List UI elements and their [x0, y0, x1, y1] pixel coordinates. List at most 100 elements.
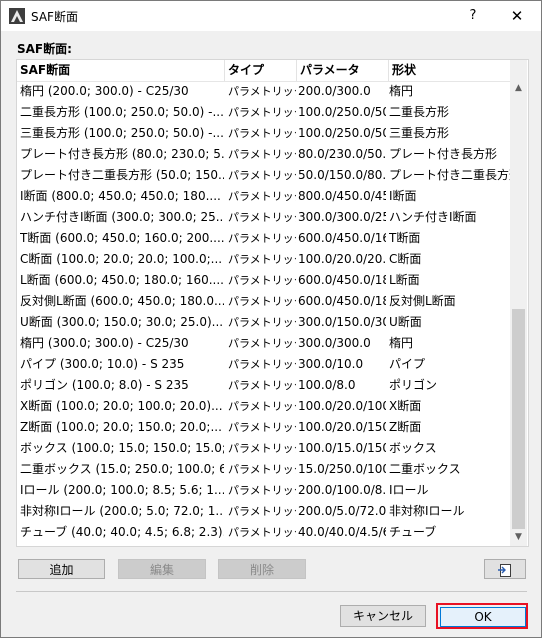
- export-icon: [498, 564, 511, 577]
- table-row[interactable]: 楕円 (200.0; 300.0) - C25/30 パラメトリック200.0/3…: [17, 81, 510, 102]
- cell-shape: U断面: [389, 315, 422, 329]
- cell-parameter: 300.0/150.0/30: [298, 315, 386, 329]
- cell-saf-section: パイプ (300.0; 10.0) - S 235: [20, 357, 185, 371]
- edit-button[interactable]: 編集: [118, 559, 206, 579]
- scroll-down-icon[interactable]: ▼: [510, 529, 527, 546]
- vertical-scrollbar[interactable]: ▲ ▼: [510, 60, 527, 546]
- table-row[interactable]: 反対側L断面 (600.0; 450.0; 180.0... パラメトリック600…: [17, 291, 510, 312]
- table-row[interactable]: ハンチ付きI断面 (300.0; 300.0; 25.... パラメトリック300…: [17, 207, 510, 228]
- cell-type: パラメトリック: [228, 127, 296, 140]
- cancel-button[interactable]: キャンセル: [340, 605, 426, 627]
- cell-saf-section: X断面 (100.0; 20.0; 100.0; 20.0)...: [20, 399, 223, 413]
- table-row[interactable]: チューブ (40.0; 40.0; 4.5; 6.8; 2.3)... パラメトリ…: [17, 522, 510, 543]
- cell-parameter: 600.0/450.0/16: [298, 231, 386, 245]
- cell-type: パラメトリック: [228, 484, 296, 497]
- table-row[interactable]: ボックス (100.0; 15.0; 150.0; 15.0;... パラメトリッ…: [17, 438, 510, 459]
- cell-type: パラメトリック: [228, 148, 296, 161]
- table-row[interactable]: プレート付き二重長方形 (50.0; 150.... パラメトリック50.0/15…: [17, 165, 510, 186]
- table-row[interactable]: 楕円 (300.0; 300.0) - C25/30 パラメトリック300.0/3…: [17, 333, 510, 354]
- cell-saf-section: Iロール (200.0; 100.0; 8.5; 5.6; 1...: [20, 483, 224, 497]
- cell-parameter: 300.0/300.0: [298, 336, 371, 350]
- table-row[interactable]: ポリゴン (100.0; 8.0) - S 235 パラメトリック100.0/8.…: [17, 375, 510, 396]
- cell-saf-section: 二重長方形 (100.0; 250.0; 50.0) -...: [20, 105, 224, 119]
- close-button[interactable]: ✕: [497, 5, 537, 27]
- table-row[interactable]: 三重長方形 (100.0; 250.0; 50.0) -... パラメトリック10…: [17, 123, 510, 144]
- cell-parameter: 300.0/10.0: [298, 357, 364, 371]
- table-row[interactable]: X断面 (100.0; 20.0; 100.0; 20.0)... パラメトリック…: [17, 396, 510, 417]
- cell-shape: 二重ボックス: [389, 462, 461, 476]
- column-header-type[interactable]: タイプ: [225, 60, 297, 81]
- table-row[interactable]: Iロール (200.0; 100.0; 8.5; 5.6; 1... パラメトリッ…: [17, 480, 510, 501]
- table-row[interactable]: U断面 (300.0; 150.0; 30.0; 25.0)... パラメトリック…: [17, 312, 510, 333]
- cell-parameter: 300.0/300.0/25: [298, 210, 386, 224]
- cell-shape: I断面: [389, 189, 417, 203]
- cell-saf-section: 楕円 (300.0; 300.0) - C25/30: [20, 336, 189, 350]
- export-button[interactable]: [484, 559, 526, 579]
- cell-saf-section: 反対側L断面 (600.0; 450.0; 180.0...: [20, 294, 224, 308]
- table-row[interactable]: L断面 (600.0; 450.0; 180.0; 160.... パラメトリック…: [17, 270, 510, 291]
- cell-saf-section: T断面 (600.0; 450.0; 160.0; 200....: [20, 231, 224, 245]
- ok-button-highlight: OK: [436, 603, 528, 629]
- cell-shape: ハンチ付きI断面: [389, 210, 477, 224]
- section-label: SAF断面:: [17, 42, 72, 56]
- cell-parameter: 40.0/40.0/4.5/6: [298, 525, 386, 539]
- cell-type: パラメトリック: [228, 442, 296, 455]
- cell-parameter: 100.0/20.0/150: [298, 420, 386, 434]
- cell-type: パラメトリック: [228, 169, 296, 182]
- cell-type: パラメトリック: [228, 211, 296, 224]
- table-row[interactable]: 二重ボックス (15.0; 250.0; 100.0; 6... パラメトリック1…: [17, 459, 510, 480]
- cell-shape: ボックス: [389, 441, 437, 455]
- cell-saf-section: L断面 (600.0; 450.0; 180.0; 160....: [20, 273, 224, 287]
- cell-type: パラメトリック: [228, 337, 296, 350]
- cell-type: パラメトリック: [228, 526, 296, 539]
- cell-shape: 二重長方形: [389, 105, 450, 119]
- cell-shape: Iロール: [389, 483, 429, 497]
- cell-parameter: 600.0/450.0/18: [298, 294, 386, 308]
- cell-type: パラメトリック: [228, 379, 296, 392]
- cell-parameter: 100.0/8.0: [298, 378, 356, 392]
- cell-shape: Z断面: [389, 420, 422, 434]
- cell-type: パラメトリック: [228, 85, 296, 98]
- help-button[interactable]: ?: [453, 5, 493, 27]
- column-header-shape[interactable]: 形状: [389, 60, 510, 81]
- cell-saf-section: プレート付き二重長方形 (50.0; 150....: [20, 168, 224, 182]
- table-row[interactable]: T断面 (600.0; 450.0; 160.0; 200.... パラメトリック…: [17, 228, 510, 249]
- cell-parameter: 800.0/450.0/45: [298, 189, 386, 203]
- footer-divider: [16, 591, 527, 592]
- cell-parameter: 100.0/20.0/20.0: [298, 252, 386, 266]
- cell-type: パラメトリック: [228, 400, 296, 413]
- saf-section-dialog: SAF断面 ? ✕ SAF断面: SAF断面 タイプ パラメータ 形状 楕円 (…: [0, 0, 542, 638]
- cell-type: パラメトリック: [228, 358, 296, 371]
- table-row[interactable]: C断面 (100.0; 20.0; 20.0; 100.0;... パラメトリック…: [17, 249, 510, 270]
- app-icon: [9, 8, 25, 24]
- scroll-up-icon[interactable]: ▲: [510, 80, 527, 97]
- cell-parameter: 200.0/100.0/8.5: [298, 483, 386, 497]
- table-row[interactable]: プレート付き長方形 (80.0; 230.0; 5... パラメトリック80.0/…: [17, 144, 510, 165]
- cell-type: パラメトリック: [228, 463, 296, 476]
- cell-shape: T断面: [389, 231, 421, 245]
- delete-button[interactable]: 削除: [218, 559, 306, 579]
- cell-shape: C断面: [389, 252, 422, 266]
- table-row[interactable]: パイプ (300.0; 10.0) - S 235 パラメトリック300.0/10…: [17, 354, 510, 375]
- table-row[interactable]: I断面 (800.0; 450.0; 450.0; 180.... パラメトリック…: [17, 186, 510, 207]
- add-button[interactable]: 追加: [18, 559, 105, 579]
- table-row[interactable]: 非対称Iロール (200.0; 5.0; 72.0; 1... パラメトリック20…: [17, 501, 510, 522]
- cell-type: パラメトリック: [228, 274, 296, 287]
- cell-saf-section: 非対称Iロール (200.0; 5.0; 72.0; 1...: [20, 504, 224, 518]
- ok-button[interactable]: OK: [440, 607, 526, 627]
- cell-saf-section: ボックス (100.0; 15.0; 150.0; 15.0;...: [20, 441, 224, 455]
- column-header-parameter[interactable]: パラメータ: [297, 60, 389, 81]
- cell-shape: L断面: [389, 273, 420, 287]
- window-title: SAF断面: [31, 10, 78, 24]
- cell-type: パラメトリック: [228, 505, 296, 518]
- table-row[interactable]: 二重長方形 (100.0; 250.0; 50.0) -... パラメトリック10…: [17, 102, 510, 123]
- cell-shape: ポリゴン: [389, 378, 438, 392]
- saf-section-list[interactable]: SAF断面 タイプ パラメータ 形状 楕円 (200.0; 300.0) - C…: [16, 59, 529, 547]
- column-header-saf-section[interactable]: SAF断面: [17, 60, 225, 81]
- cell-shape: プレート付き二重長方形: [389, 168, 510, 182]
- cell-type: パラメトリック: [228, 232, 296, 245]
- cell-parameter: 50.0/150.0/80.0: [298, 168, 386, 182]
- table-row[interactable]: Z断面 (100.0; 20.0; 150.0; 20.0;... パラメトリック…: [17, 417, 510, 438]
- scrollbar-thumb[interactable]: [512, 309, 525, 529]
- cell-saf-section: Z断面 (100.0; 20.0; 150.0; 20.0;...: [20, 420, 222, 434]
